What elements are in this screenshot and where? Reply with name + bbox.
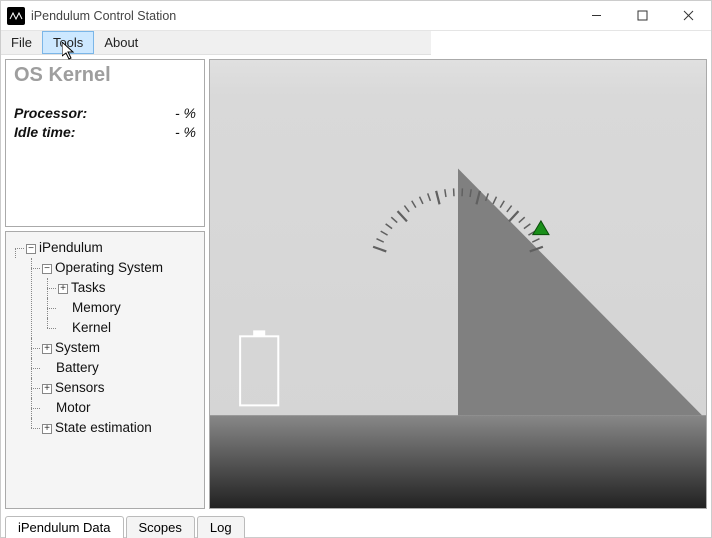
tree-node-battery[interactable]: Battery [26, 358, 200, 378]
app-icon [7, 7, 25, 25]
battery-icon [240, 330, 278, 405]
pendulum-visualization [210, 60, 706, 508]
content-area: OS Kernel Processor: - % Idle time: - % … [1, 55, 711, 513]
tree-node-system[interactable]: +System [26, 338, 200, 358]
tree-node-ipendulum[interactable]: −iPendulum −Operating System +Tasks Memo… [10, 238, 200, 438]
tree-toggle-icon[interactable]: + [42, 344, 52, 354]
tree-node-sensors[interactable]: +Sensors [26, 378, 200, 398]
menu-tools[interactable]: Tools [42, 31, 94, 54]
tree-toggle-icon[interactable]: + [42, 384, 52, 394]
menubar: File Tools About [1, 31, 431, 55]
kernel-panel: OS Kernel Processor: - % Idle time: - % [5, 59, 205, 227]
kv-label: Idle time: [14, 124, 175, 140]
tree-panel: −iPendulum −Operating System +Tasks Memo… [5, 231, 205, 509]
tree-node-state-estimation[interactable]: +State estimation [26, 418, 200, 438]
menu-file[interactable]: File [1, 31, 42, 54]
bottom-tabs: iPendulum Data Scopes Log [1, 513, 711, 537]
ground [210, 415, 706, 508]
tab-ipendulum-data[interactable]: iPendulum Data [5, 516, 124, 538]
tab-scopes[interactable]: Scopes [126, 516, 195, 538]
menu-about[interactable]: About [94, 31, 148, 54]
tree-toggle-icon[interactable]: − [42, 264, 52, 274]
visualization-panel [209, 59, 707, 509]
tree-toggle-icon[interactable]: − [26, 244, 36, 254]
left-pane: OS Kernel Processor: - % Idle time: - % … [5, 59, 205, 509]
close-button[interactable] [665, 1, 711, 31]
window-title: iPendulum Control Station [31, 9, 176, 23]
kv-label: Processor: [14, 105, 175, 121]
tree-toggle-icon[interactable]: + [58, 284, 68, 294]
tab-log[interactable]: Log [197, 516, 245, 538]
kv-row-processor: Processor: - % [14, 105, 196, 121]
tree-node-kernel[interactable]: Kernel [42, 318, 200, 338]
gauge-needle-icon [533, 221, 549, 235]
tree-node-motor[interactable]: Motor [26, 398, 200, 418]
minimize-button[interactable] [573, 1, 619, 31]
maximize-button[interactable] [619, 1, 665, 31]
tree-node-os[interactable]: −Operating System +Tasks Memory Kernel [26, 258, 200, 338]
kv-value: - % [175, 124, 196, 140]
tree-node-memory[interactable]: Memory [42, 298, 200, 318]
kernel-panel-title: OS Kernel [14, 64, 196, 87]
titlebar: iPendulum Control Station [1, 1, 711, 31]
tree-node-tasks[interactable]: +Tasks [42, 278, 200, 298]
tree-toggle-icon[interactable]: + [42, 424, 52, 434]
kv-value: - % [175, 105, 196, 121]
kv-row-idle: Idle time: - % [14, 124, 196, 140]
pendulum-base [458, 169, 702, 416]
